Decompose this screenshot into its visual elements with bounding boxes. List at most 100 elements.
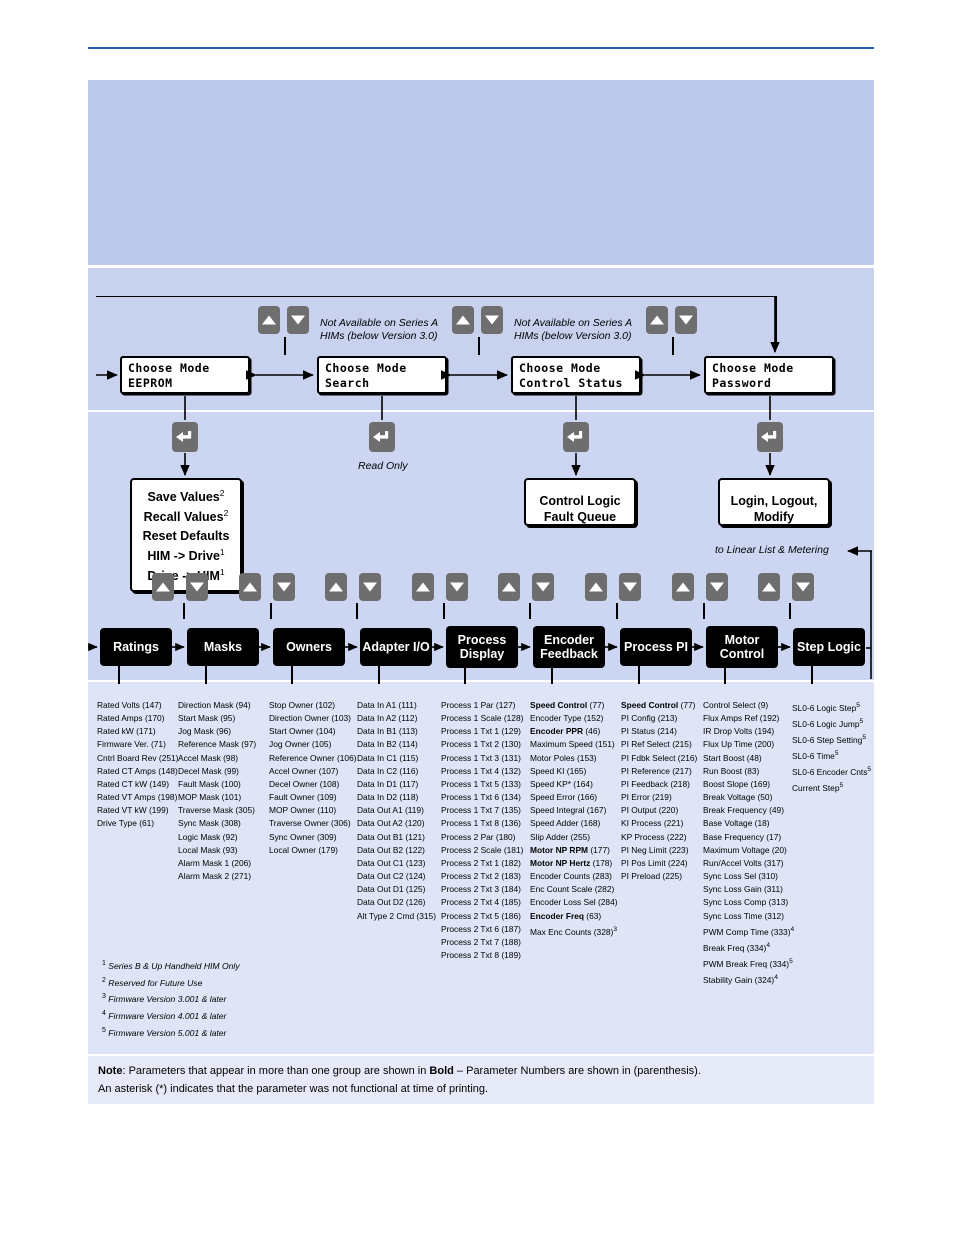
param-item: Data Out B1 (121) [357, 831, 425, 842]
param-item: PWM Break Freq (334)5 [703, 957, 793, 969]
action-line: Reset Defaults [142, 529, 230, 544]
footnote: 4 Firmware Version 4.001 & later [102, 1009, 227, 1021]
up-arrow-key-group-5[interactable] [498, 573, 520, 601]
param-item: Start Boost (48) [703, 752, 762, 763]
param-item: Traverse Mask (305) [178, 805, 255, 816]
group-drop-3 [291, 666, 293, 684]
diagram-page: Choose Mode EEPROM Choose Mode Search Ch… [0, 0, 954, 1235]
enter-key-eeprom[interactable] [172, 422, 198, 452]
param-item: Process 2 Par (180) [441, 831, 516, 842]
param-item: Motor NP Hertz (178) [530, 857, 613, 868]
param-item: MOP Owner (110) [269, 805, 337, 816]
action-line: HIM -> Drive1 [147, 546, 225, 564]
param-item: Jog Owner (105) [269, 739, 332, 750]
param-item: Data In A2 (112) [357, 713, 418, 724]
param-item: Boost Slope (169) [703, 778, 771, 789]
param-item: Drive Type (61) [97, 818, 155, 829]
up-arrow-key-group-3[interactable] [325, 573, 347, 601]
down-arrow-key-group-2[interactable] [273, 573, 295, 601]
param-item: Process 2 Txt 5 (186) [441, 910, 521, 921]
group-box-process-pi[interactable]: Process PI [620, 628, 692, 666]
lcd-line2: Password [712, 376, 772, 390]
param-item: IR Drop Volts (194) [703, 726, 775, 737]
lcd-choose-mode-control-status[interactable]: Choose Mode Control Status [511, 356, 641, 394]
param-item: Accel Owner (107) [269, 765, 339, 776]
up-arrow-key-modes-1[interactable] [258, 306, 280, 334]
blue-panel-top [88, 80, 874, 265]
header-rule [88, 47, 874, 49]
param-item: Local Owner (179) [269, 844, 338, 855]
group-drop-8 [724, 668, 726, 684]
param-item: Stop Owner (102) [269, 700, 336, 710]
param-item: Decel Mask (99) [178, 765, 239, 776]
param-item: Local Mask (93) [178, 844, 238, 855]
enter-key-control-status[interactable] [563, 422, 589, 452]
param-item: Data In B1 (113) [357, 726, 418, 737]
param-column-ratings: Rated Volts (147) Rated Amps (170) Rated k… [97, 699, 178, 831]
down-arrow-key-modes-1[interactable] [287, 306, 309, 334]
group-box-encoder-feedback[interactable]: Encoder Feedback [533, 626, 605, 668]
action-line: Save Values2 [147, 488, 225, 505]
up-arrow-key-group-6[interactable] [585, 573, 607, 601]
group-box-motor-control[interactable]: Motor Control [706, 626, 778, 668]
param-item: PI Pos Limit (224) [621, 857, 688, 868]
param-item: Sync Loss Time (312) [703, 910, 784, 921]
param-item: Logic Mask (92) [178, 831, 238, 842]
param-item: Encoder PPR (46) [530, 726, 601, 737]
group-box-adapter-io[interactable]: Adapter I/O [360, 628, 432, 666]
param-item: Break Voltage (50) [703, 792, 773, 803]
param-item: PI Feedback (218) [621, 778, 690, 789]
up-arrow-key-group-8[interactable] [758, 573, 780, 601]
action-box-password: Login, Logout, Modify [718, 478, 830, 526]
group-box-process-display[interactable]: Process Display [446, 626, 518, 668]
down-arrow-key-group-1[interactable] [186, 573, 208, 601]
enter-icon [761, 431, 777, 442]
group-box-step-logic[interactable]: Step Logic [793, 628, 865, 666]
param-item: Motor Poles (153) [530, 752, 597, 763]
lcd-choose-mode-search[interactable]: Choose Mode Search [317, 356, 447, 394]
down-arrow-key-group-7[interactable] [706, 573, 728, 601]
param-item: PI Ref Select (215) [621, 739, 692, 750]
param-item: Decel Owner (108) [269, 778, 340, 789]
action-line: Login, Logout, [730, 494, 818, 508]
param-item: Maximum Speed (151) [530, 739, 615, 750]
group-box-owners[interactable]: Owners [273, 628, 345, 666]
enter-key-password[interactable] [757, 422, 783, 452]
param-item: Speed KI (165) [530, 765, 587, 776]
param-item: Encoder Type (152) [530, 713, 604, 724]
group-drop-1 [118, 666, 120, 684]
param-item: Run/Accel Volts (317) [703, 857, 784, 868]
up-arrow-key-group-1[interactable] [152, 573, 174, 601]
group-drop-6 [551, 668, 553, 684]
lcd-choose-mode-password[interactable]: Choose Mode Password [704, 356, 834, 394]
down-arrow-key-group-5[interactable] [532, 573, 554, 601]
group-box-masks[interactable]: Masks [187, 628, 259, 666]
param-item: Process 2 Txt 4 (185) [441, 897, 521, 908]
note-read-only: Read Only [358, 460, 408, 472]
param-item: SL0-6 Step Setting5 [792, 733, 866, 745]
group-drop-7 [638, 666, 640, 684]
param-item: Data Out D2 (126) [357, 897, 426, 908]
group-box-ratings[interactable]: Ratings [100, 628, 172, 666]
key-connector-group-7 [703, 603, 705, 619]
param-item: Sync Loss Gain (311) [703, 884, 783, 895]
param-item: SL0-6 Logic Step5 [792, 702, 860, 713]
param-item: Motor NP RPM (177) [530, 844, 610, 855]
param-item: Speed Control (77) [530, 700, 605, 710]
param-item: MOP Mask (101) [178, 792, 242, 803]
down-arrow-key-group-6[interactable] [619, 573, 641, 601]
enter-icon [176, 431, 192, 442]
down-arrow-key-group-3[interactable] [359, 573, 381, 601]
up-arrow-key-group-2[interactable] [239, 573, 261, 601]
up-arrow-key-group-4[interactable] [412, 573, 434, 601]
down-arrow-key-group-4[interactable] [446, 573, 468, 601]
param-item: Data In C1 (115) [357, 752, 419, 763]
lcd-choose-mode-eeprom[interactable]: Choose Mode EEPROM [120, 356, 250, 394]
down-arrow-key-group-8[interactable] [792, 573, 814, 601]
param-item: PWM Comp Time (333)4 [703, 925, 795, 937]
param-item: Jog Mask (96) [178, 726, 232, 737]
top-bus-drop [775, 296, 777, 348]
up-arrow-key-group-7[interactable] [672, 573, 694, 601]
enter-key-search[interactable] [369, 422, 395, 452]
param-item: Speed Integral (167) [530, 805, 607, 816]
